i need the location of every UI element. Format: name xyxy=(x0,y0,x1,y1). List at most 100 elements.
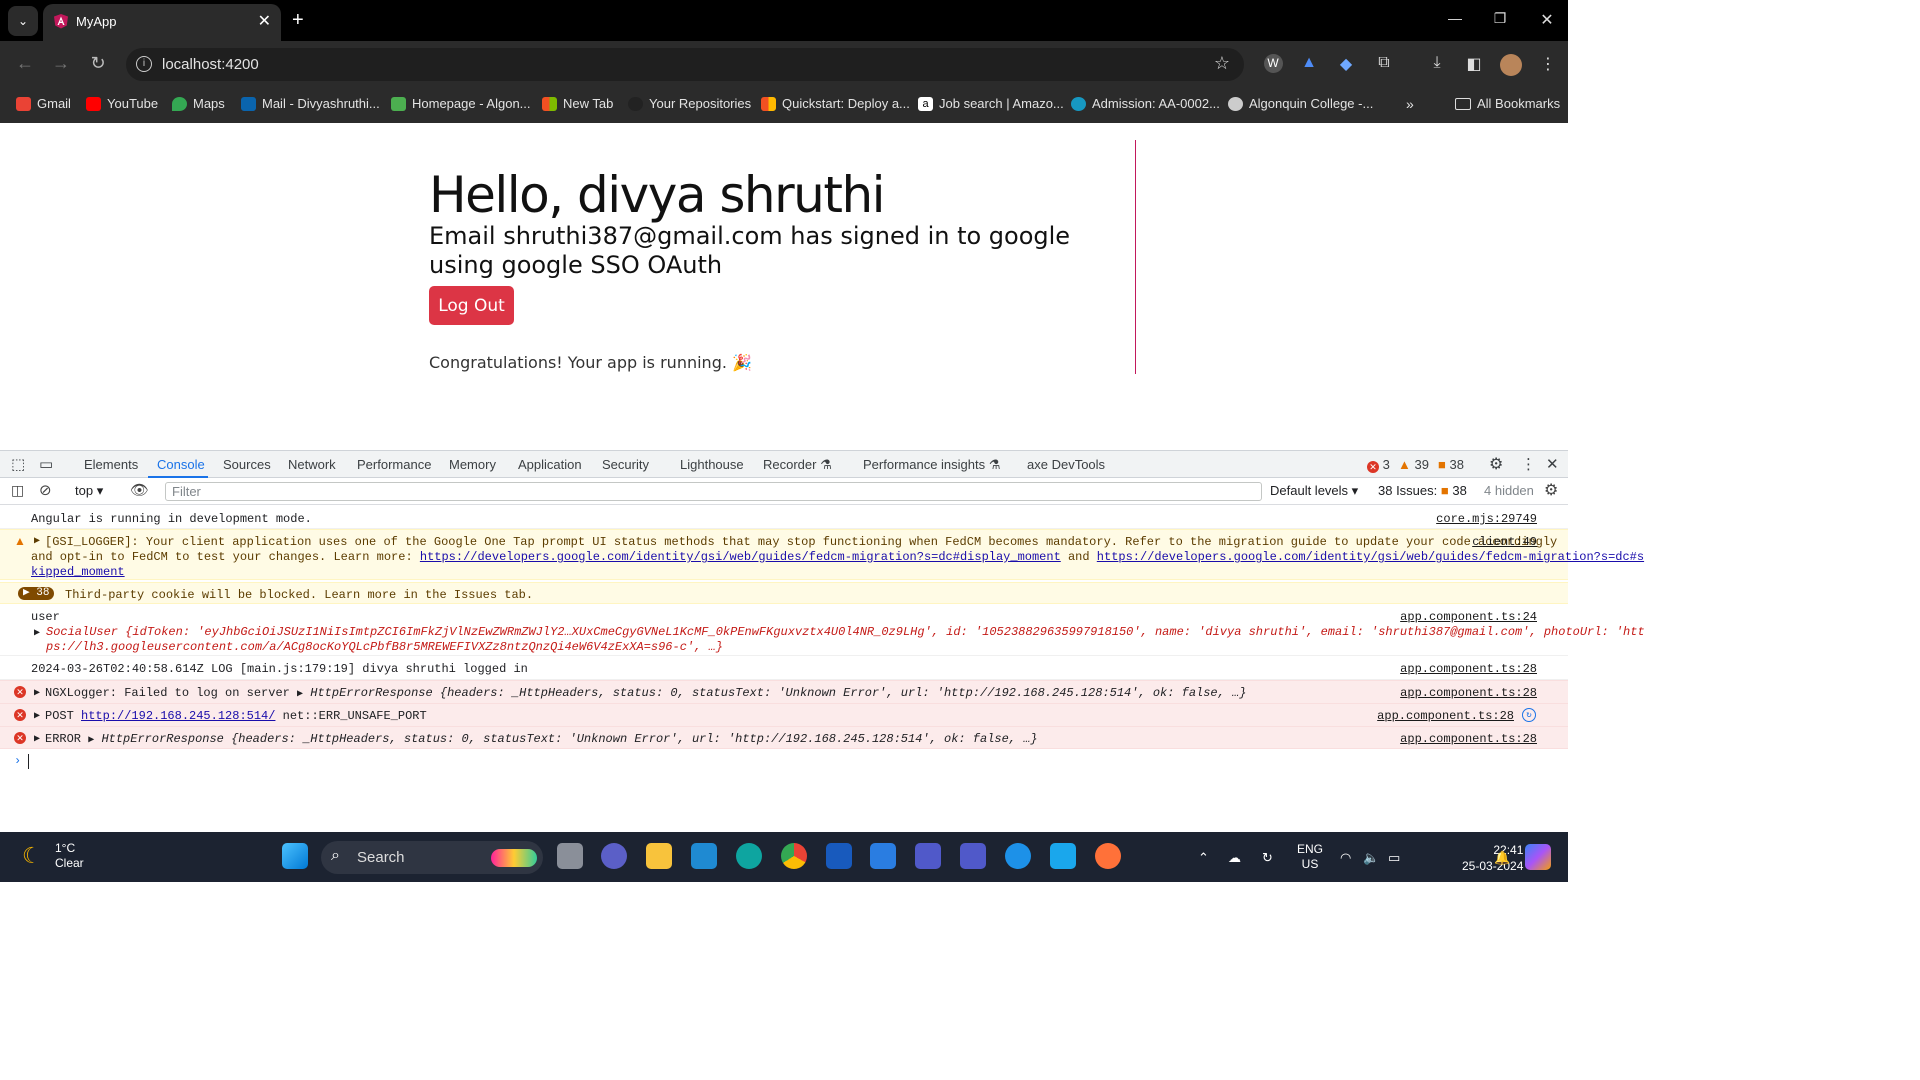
bookmark-new-tab[interactable]: New Tab xyxy=(542,96,613,111)
snipping-tool-icon[interactable] xyxy=(1050,843,1076,869)
console-settings-icon[interactable]: ⚙ xyxy=(1544,480,1558,500)
docker-icon[interactable] xyxy=(1005,843,1031,869)
bookmark-youtube[interactable]: YouTube xyxy=(86,96,158,111)
side-panel-icon[interactable]: ◧ xyxy=(1462,54,1486,76)
source-link[interactable]: app.component.ts:28 xyxy=(1400,732,1537,746)
file-explorer-icon[interactable] xyxy=(646,843,672,869)
log-levels-dropdown[interactable]: Default levels ▾ xyxy=(1270,483,1358,499)
bookmark-repositories[interactable]: Your Repositories xyxy=(628,96,751,111)
wifi-icon[interactable]: ◠ xyxy=(1340,850,1351,866)
bookmark-gmail[interactable]: Gmail xyxy=(16,96,71,111)
source-link[interactable]: core.mjs:29749 xyxy=(1436,512,1537,526)
console-filter-input[interactable]: Filter xyxy=(165,482,1262,501)
tab-network[interactable]: Network xyxy=(288,457,336,472)
post-url-link[interactable]: http://192.168.245.128:514/ xyxy=(81,709,275,723)
tab-sources[interactable]: Sources xyxy=(223,457,271,472)
notepad-icon[interactable] xyxy=(870,843,896,869)
system-clock[interactable]: 22:41 25-03-2024 xyxy=(1462,842,1523,874)
fedcm-migration-link-2[interactable]: https://developers.google.com/identity/g… xyxy=(1097,550,1644,564)
bookmark-algonquin[interactable]: Algonquin College -... xyxy=(1228,96,1373,111)
reload-icon[interactable]: ↻ xyxy=(86,53,110,74)
tab-performance[interactable]: Performance xyxy=(357,457,431,472)
tab-performance-insights[interactable]: Performance insights ⚗ xyxy=(863,457,1000,473)
bookmark-homepage[interactable]: Homepage - Algon... xyxy=(391,96,531,111)
edge-icon[interactable] xyxy=(736,843,762,869)
devtools-menu-icon[interactable]: ⋮ xyxy=(1521,455,1536,473)
copilot-icon[interactable] xyxy=(1525,844,1551,870)
forward-icon[interactable]: → xyxy=(49,53,73,74)
bookmark-star-icon[interactable]: ☆ xyxy=(1214,53,1230,74)
source-link[interactable]: client:49 xyxy=(1472,535,1537,549)
start-windows-icon[interactable] xyxy=(282,843,308,869)
restore-button[interactable]: ❐ xyxy=(1485,10,1515,27)
fedcm-migration-link-2-cont[interactable]: kipped_moment xyxy=(31,565,125,579)
taskbar-search[interactable]: ⌕ Search xyxy=(321,841,543,874)
tab-application[interactable]: Application xyxy=(518,457,582,472)
extension-shield-icon[interactable]: ◆ xyxy=(1334,54,1358,76)
expand-triangle-icon[interactable]: ▶ xyxy=(34,733,40,745)
source-link[interactable]: app.component.ts:28 xyxy=(1400,686,1537,700)
firefox-icon[interactable] xyxy=(1095,843,1121,869)
onedrive-cloud-icon[interactable]: ☁ xyxy=(1228,850,1241,866)
show-hidden-icons-icon[interactable]: ⌃ xyxy=(1198,850,1209,866)
bookmark-quickstart[interactable]: Quickstart: Deploy a... xyxy=(761,96,910,111)
live-expression-eye-icon[interactable]: 👁 xyxy=(130,481,149,499)
tab-recorder[interactable]: Recorder ⚗ xyxy=(763,457,832,473)
url-text[interactable]: localhost:4200 xyxy=(162,56,259,73)
http-error-object[interactable]: HttpErrorResponse {headers: _HttpHeaders… xyxy=(101,732,1037,746)
minimize-button[interactable]: — xyxy=(1440,10,1470,26)
browser-tab[interactable]: MyApp ✕ xyxy=(43,4,281,41)
volume-icon[interactable]: 🔈 xyxy=(1363,850,1379,866)
tab-axe-devtools[interactable]: axe DevTools xyxy=(1027,457,1105,472)
site-info-icon[interactable]: i xyxy=(136,56,152,72)
source-link[interactable]: app.component.ts:28 xyxy=(1377,709,1514,723)
bookmark-job-search[interactable]: a Job search | Amazo... xyxy=(918,96,1064,111)
notification-bell-icon[interactable]: 🔔 xyxy=(1494,850,1510,866)
word-icon[interactable] xyxy=(826,843,852,869)
context-selector[interactable]: top ▾ xyxy=(75,483,103,499)
repeat-count-badge[interactable]: ▶ 38 xyxy=(18,587,55,600)
tab-elements[interactable]: Elements xyxy=(84,457,138,472)
teams-new-icon[interactable] xyxy=(960,843,986,869)
expand-triangle-icon[interactable]: ▶ xyxy=(34,627,40,639)
extension-triangle-icon[interactable]: ▲ xyxy=(1297,54,1321,76)
bookmark-maps[interactable]: Maps xyxy=(172,96,225,111)
expand-triangle-icon[interactable]: ▶ xyxy=(34,687,40,699)
chrome-icon[interactable] xyxy=(781,843,807,869)
meet-chat-icon[interactable] xyxy=(601,843,627,869)
tab-search-button[interactable]: ⌄ xyxy=(8,6,38,36)
issues-link[interactable]: 38 Issues: ■ 38 xyxy=(1378,483,1467,498)
extension-w-icon[interactable]: W xyxy=(1261,54,1285,76)
inspect-element-icon[interactable]: ⬚ xyxy=(11,455,25,473)
tab-console[interactable]: Console xyxy=(157,457,205,472)
device-toolbar-icon[interactable]: ▭ xyxy=(39,455,53,473)
issue-count-badge[interactable]: ■ 38 xyxy=(1438,457,1464,472)
extensions-puzzle-icon[interactable]: ⧉ xyxy=(1372,54,1396,76)
social-user-object[interactable]: SocialUser {idToken: 'eyJhbGciOiJSUzI1Ni… xyxy=(46,625,1645,639)
close-devtools-icon[interactable]: ✕ xyxy=(1546,455,1559,473)
battery-icon[interactable]: ▭ xyxy=(1388,850,1400,866)
new-tab-button[interactable]: + xyxy=(292,9,304,32)
source-link[interactable]: app.component.ts:28 xyxy=(1400,662,1537,676)
back-icon[interactable]: ← xyxy=(13,53,37,74)
sidebar-toggle-icon[interactable]: ◫ xyxy=(11,482,24,499)
weather-widget[interactable]: 1°C Clear xyxy=(55,841,84,871)
sync-icon[interactable]: ↻ xyxy=(1262,850,1273,866)
close-tab-icon[interactable]: ✕ xyxy=(258,11,271,31)
vscode-icon[interactable] xyxy=(691,843,717,869)
tab-security[interactable]: Security xyxy=(602,457,649,472)
bookmark-admission[interactable]: Admission: AA-0002... xyxy=(1071,96,1220,111)
language-indicator[interactable]: ENG US xyxy=(1297,842,1323,872)
clear-console-icon[interactable]: ⊘ xyxy=(39,481,52,499)
logout-button[interactable]: Log Out xyxy=(429,286,514,325)
tab-memory[interactable]: Memory xyxy=(449,457,496,472)
bookmark-mail[interactable]: Mail - Divyashruthi... xyxy=(241,96,380,111)
tab-lighthouse[interactable]: Lighthouse xyxy=(680,457,744,472)
browser-menu-icon[interactable]: ⋮ xyxy=(1536,54,1560,76)
warning-count-badge[interactable]: ▲ 39 xyxy=(1398,457,1429,472)
console-prompt[interactable]: › xyxy=(0,752,1568,832)
downloads-icon[interactable]: ⤓ xyxy=(1425,54,1449,76)
more-bookmarks-icon[interactable]: » xyxy=(1406,96,1414,112)
expand-triangle-icon[interactable]: ▶ xyxy=(34,535,40,547)
expand-triangle-icon[interactable]: ▶ xyxy=(34,710,40,722)
